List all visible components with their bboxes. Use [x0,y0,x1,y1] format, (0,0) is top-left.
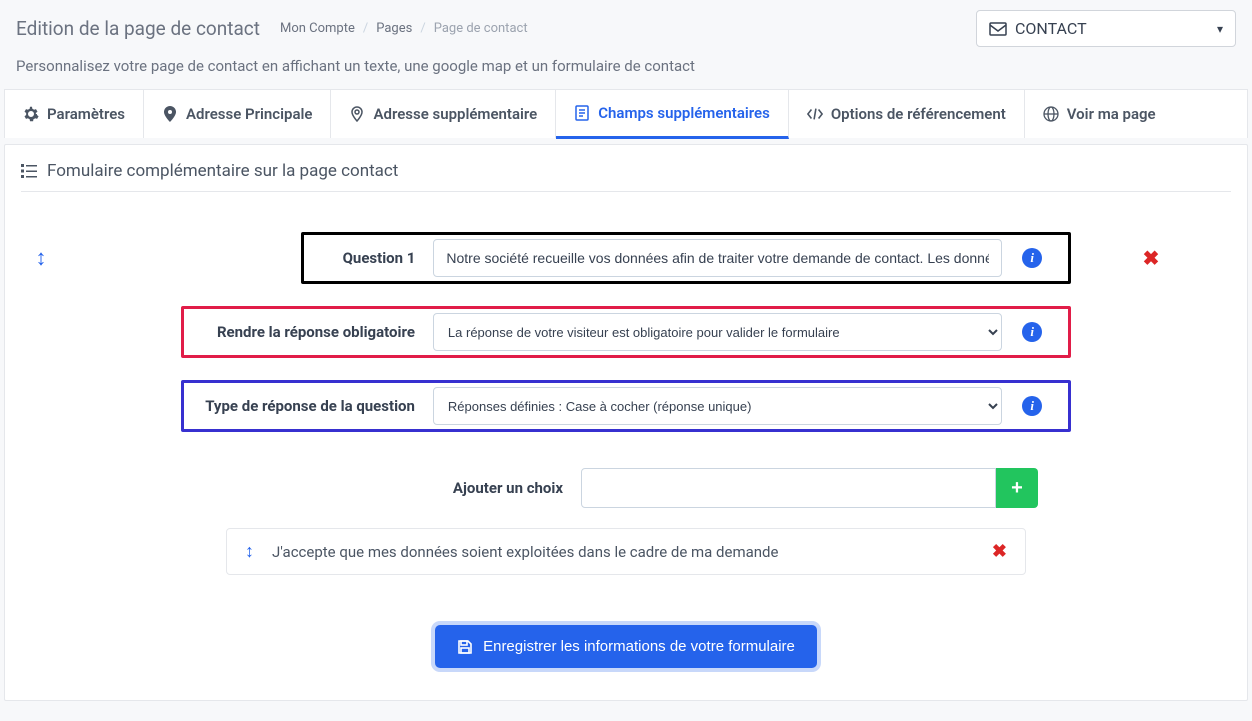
globe-icon [1043,106,1059,122]
breadcrumb-item: Page de contact [434,21,528,36]
tab-champs-supplementaires[interactable]: Champs supplémentaires [556,90,789,139]
form-card: Fomulaire complémentaire sur la page con… [4,144,1248,701]
tab-label: Adresse Principale [186,105,313,123]
page-title: Edition de la page de contact [16,17,260,40]
question-highlight-box: Question 1 i [301,232,1071,284]
code-icon [807,106,823,122]
card-title-text: Fomulaire complémentaire sur la page con… [47,161,398,181]
tab-label: Voir ma page [1067,105,1156,123]
tabs: Paramètres Adresse Principale Adresse su… [4,89,1248,138]
info-icon[interactable]: i [1022,322,1042,342]
breadcrumb-separator: / [420,21,425,36]
add-choice-row: Ajouter un choix + [21,468,1231,508]
tab-label: Champs supplémentaires [598,104,770,122]
response-type-label: Type de réponse de la question [184,397,433,415]
response-type-select[interactable]: Réponses définies : Case à cocher (répon… [433,387,1002,425]
tab-referencement[interactable]: Options de référencement [789,90,1025,138]
required-highlight-box: Rendre la réponse obligatoire La réponse… [181,306,1071,358]
required-label: Rendre la réponse obligatoire [184,323,433,341]
save-icon [457,639,473,655]
tab-voir-ma-page[interactable]: Voir ma page [1025,90,1174,138]
card-title: Fomulaire complémentaire sur la page con… [21,161,1231,192]
tab-label: Options de référencement [831,105,1006,123]
response-type-highlight-box: Type de réponse de la question Réponses … [181,380,1071,432]
page-subtitle: Personnalisez votre page de contact en a… [0,53,1252,89]
response-type-row: Type de réponse de la question Réponses … [21,380,1231,432]
list-icon [21,164,37,178]
gear-icon [23,106,39,122]
tab-label: Paramètres [47,105,125,123]
drag-handle-icon[interactable]: ↕ [245,541,254,562]
save-button[interactable]: Enregistrer les informations de votre fo… [435,625,817,668]
add-choice-input[interactable] [581,468,996,508]
breadcrumb-separator: / [363,21,368,36]
add-choice-button[interactable]: + [996,468,1038,508]
question-input[interactable] [433,239,1002,277]
delete-question-icon[interactable]: ✖ [1143,246,1160,270]
form-icon [574,105,590,121]
map-pin-icon [162,106,178,122]
delete-choice-icon[interactable]: ✖ [992,541,1007,562]
breadcrumb-item[interactable]: Pages [376,21,412,36]
envelope-icon [989,22,1007,36]
breadcrumb-item[interactable]: Mon Compte [280,21,355,36]
add-choice-label: Ajouter un choix [21,479,581,497]
info-icon[interactable]: i [1022,248,1042,268]
contact-dropdown-label: CONTACT [1015,19,1087,38]
save-button-label: Enregistrer les informations de votre fo… [483,638,795,655]
choice-text: J'accepte que mes données soient exploit… [272,543,974,561]
required-row: Rendre la réponse obligatoire La réponse… [21,306,1231,358]
save-row: Enregistrer les informations de votre fo… [21,625,1231,668]
required-select[interactable]: La réponse de votre visiteur est obligat… [433,313,1002,351]
map-pin-outline-icon [349,106,365,122]
tab-parametres[interactable]: Paramètres [5,90,144,138]
breadcrumb: Mon Compte / Pages / Page de contact [280,21,528,36]
page-header: Edition de la page de contact Mon Compte… [0,0,1252,53]
choice-item: ↕ J'accepte que mes données soient explo… [226,528,1026,575]
tab-adresse-supplementaire[interactable]: Adresse supplémentaire [331,90,556,138]
tab-adresse-principale[interactable]: Adresse Principale [144,90,332,138]
question-row: ↕ Question 1 i ✖ [21,232,1231,284]
drag-handle-icon[interactable]: ↕ [36,245,47,271]
caret-down-icon: ▾ [1217,22,1223,36]
contact-dropdown[interactable]: CONTACT ▾ [976,10,1236,47]
question-label: Question 1 [304,249,433,267]
info-icon[interactable]: i [1022,396,1042,416]
tab-label: Adresse supplémentaire [373,105,537,123]
